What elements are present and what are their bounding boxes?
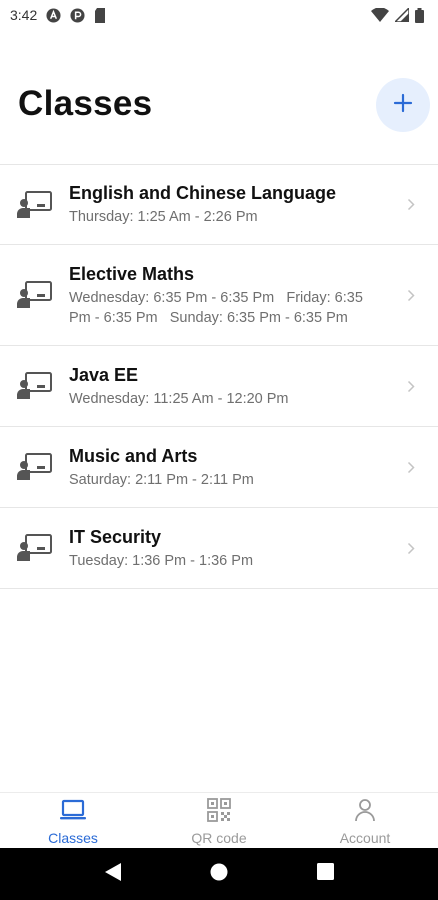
app-a-icon bbox=[46, 7, 61, 23]
list-item[interactable]: Music and Arts Saturday: 2:11 Pm - 2:11 … bbox=[0, 427, 438, 508]
tab-account[interactable]: Account bbox=[292, 793, 438, 848]
tab-label: QR code bbox=[191, 830, 247, 846]
class-schedule: Wednesday: 6:35 Pm - 6:35 Pm Friday: 6:3… bbox=[69, 289, 367, 326]
back-button[interactable] bbox=[93, 854, 133, 894]
chevron-right-icon bbox=[406, 198, 416, 212]
recents-button[interactable] bbox=[305, 854, 345, 894]
class-schedule: Wednesday: 11:25 Am - 12:20 Pm bbox=[69, 390, 289, 407]
laptop-icon bbox=[59, 798, 87, 827]
class-name: English and Chinese Language bbox=[69, 183, 337, 203]
plus-icon bbox=[393, 93, 413, 118]
list-item[interactable]: English and Chinese Language Thursday: 1… bbox=[0, 164, 438, 245]
list-item[interactable]: Java EE Wednesday: 11:25 Am - 12:20 Pm bbox=[0, 346, 438, 427]
class-name: Elective Maths bbox=[69, 263, 195, 284]
system-nav-bar bbox=[0, 848, 438, 900]
class-list: English and Chinese Language Thursday: 1… bbox=[0, 164, 438, 589]
sd-card-icon bbox=[94, 7, 106, 23]
class-text: IT Security Tuesday: 1:36 Pm - 1:36 Pm bbox=[69, 526, 388, 571]
classroom-icon bbox=[16, 371, 54, 401]
chevron-right-icon bbox=[406, 541, 416, 555]
class-schedule: Tuesday: 1:36 Pm - 1:36 Pm bbox=[69, 552, 254, 569]
class-name: IT Security bbox=[69, 526, 162, 547]
tab-qr-code[interactable]: QR code bbox=[146, 793, 292, 848]
person-icon bbox=[353, 798, 377, 827]
class-name: Music and Arts bbox=[69, 445, 198, 466]
home-icon bbox=[210, 863, 228, 886]
app-p-icon bbox=[70, 7, 85, 23]
home-button[interactable] bbox=[199, 854, 239, 894]
battery-icon bbox=[415, 7, 424, 23]
chevron-right-icon bbox=[406, 288, 416, 302]
wifi-icon bbox=[371, 8, 389, 22]
qr-code-icon bbox=[207, 798, 231, 827]
class-schedule: Saturday: 2:11 Pm - 2:11 Pm bbox=[69, 471, 254, 488]
tab-classes[interactable]: Classes bbox=[0, 793, 146, 848]
status-left: 3:42 bbox=[10, 7, 106, 23]
classroom-icon bbox=[16, 280, 54, 310]
page-title: Classes bbox=[18, 84, 153, 123]
signal-icon bbox=[395, 8, 409, 22]
recents-icon bbox=[316, 863, 334, 885]
class-schedule: Thursday: 1:25 Am - 2:26 Pm bbox=[69, 209, 258, 225]
classroom-icon bbox=[16, 452, 54, 482]
classroom-icon bbox=[16, 190, 54, 220]
list-item[interactable]: IT Security Tuesday: 1:36 Pm - 1:36 Pm bbox=[0, 508, 438, 589]
status-right bbox=[371, 7, 424, 23]
class-text: English and Chinese Language Thursday: 1… bbox=[69, 182, 388, 227]
class-text: Elective Maths Wednesday: 6:35 Pm - 6:35… bbox=[69, 263, 388, 328]
add-class-button[interactable] bbox=[376, 78, 430, 132]
list-item[interactable]: Elective Maths Wednesday: 6:35 Pm - 6:35… bbox=[0, 245, 438, 346]
tab-label: Classes bbox=[48, 830, 98, 846]
class-text: Music and Arts Saturday: 2:11 Pm - 2:11 … bbox=[69, 445, 388, 490]
status-bar: 3:42 bbox=[0, 0, 438, 30]
chevron-right-icon bbox=[406, 460, 416, 474]
back-icon bbox=[104, 862, 122, 887]
bottom-nav: Classes QR code Account bbox=[0, 792, 438, 848]
class-text: Java EE Wednesday: 11:25 Am - 12:20 Pm bbox=[69, 364, 388, 409]
header: Classes bbox=[0, 70, 438, 142]
classroom-icon bbox=[16, 533, 54, 563]
status-time: 3:42 bbox=[10, 7, 38, 23]
chevron-right-icon bbox=[406, 379, 416, 393]
class-name: Java EE bbox=[69, 364, 139, 385]
tab-label: Account bbox=[339, 830, 391, 846]
